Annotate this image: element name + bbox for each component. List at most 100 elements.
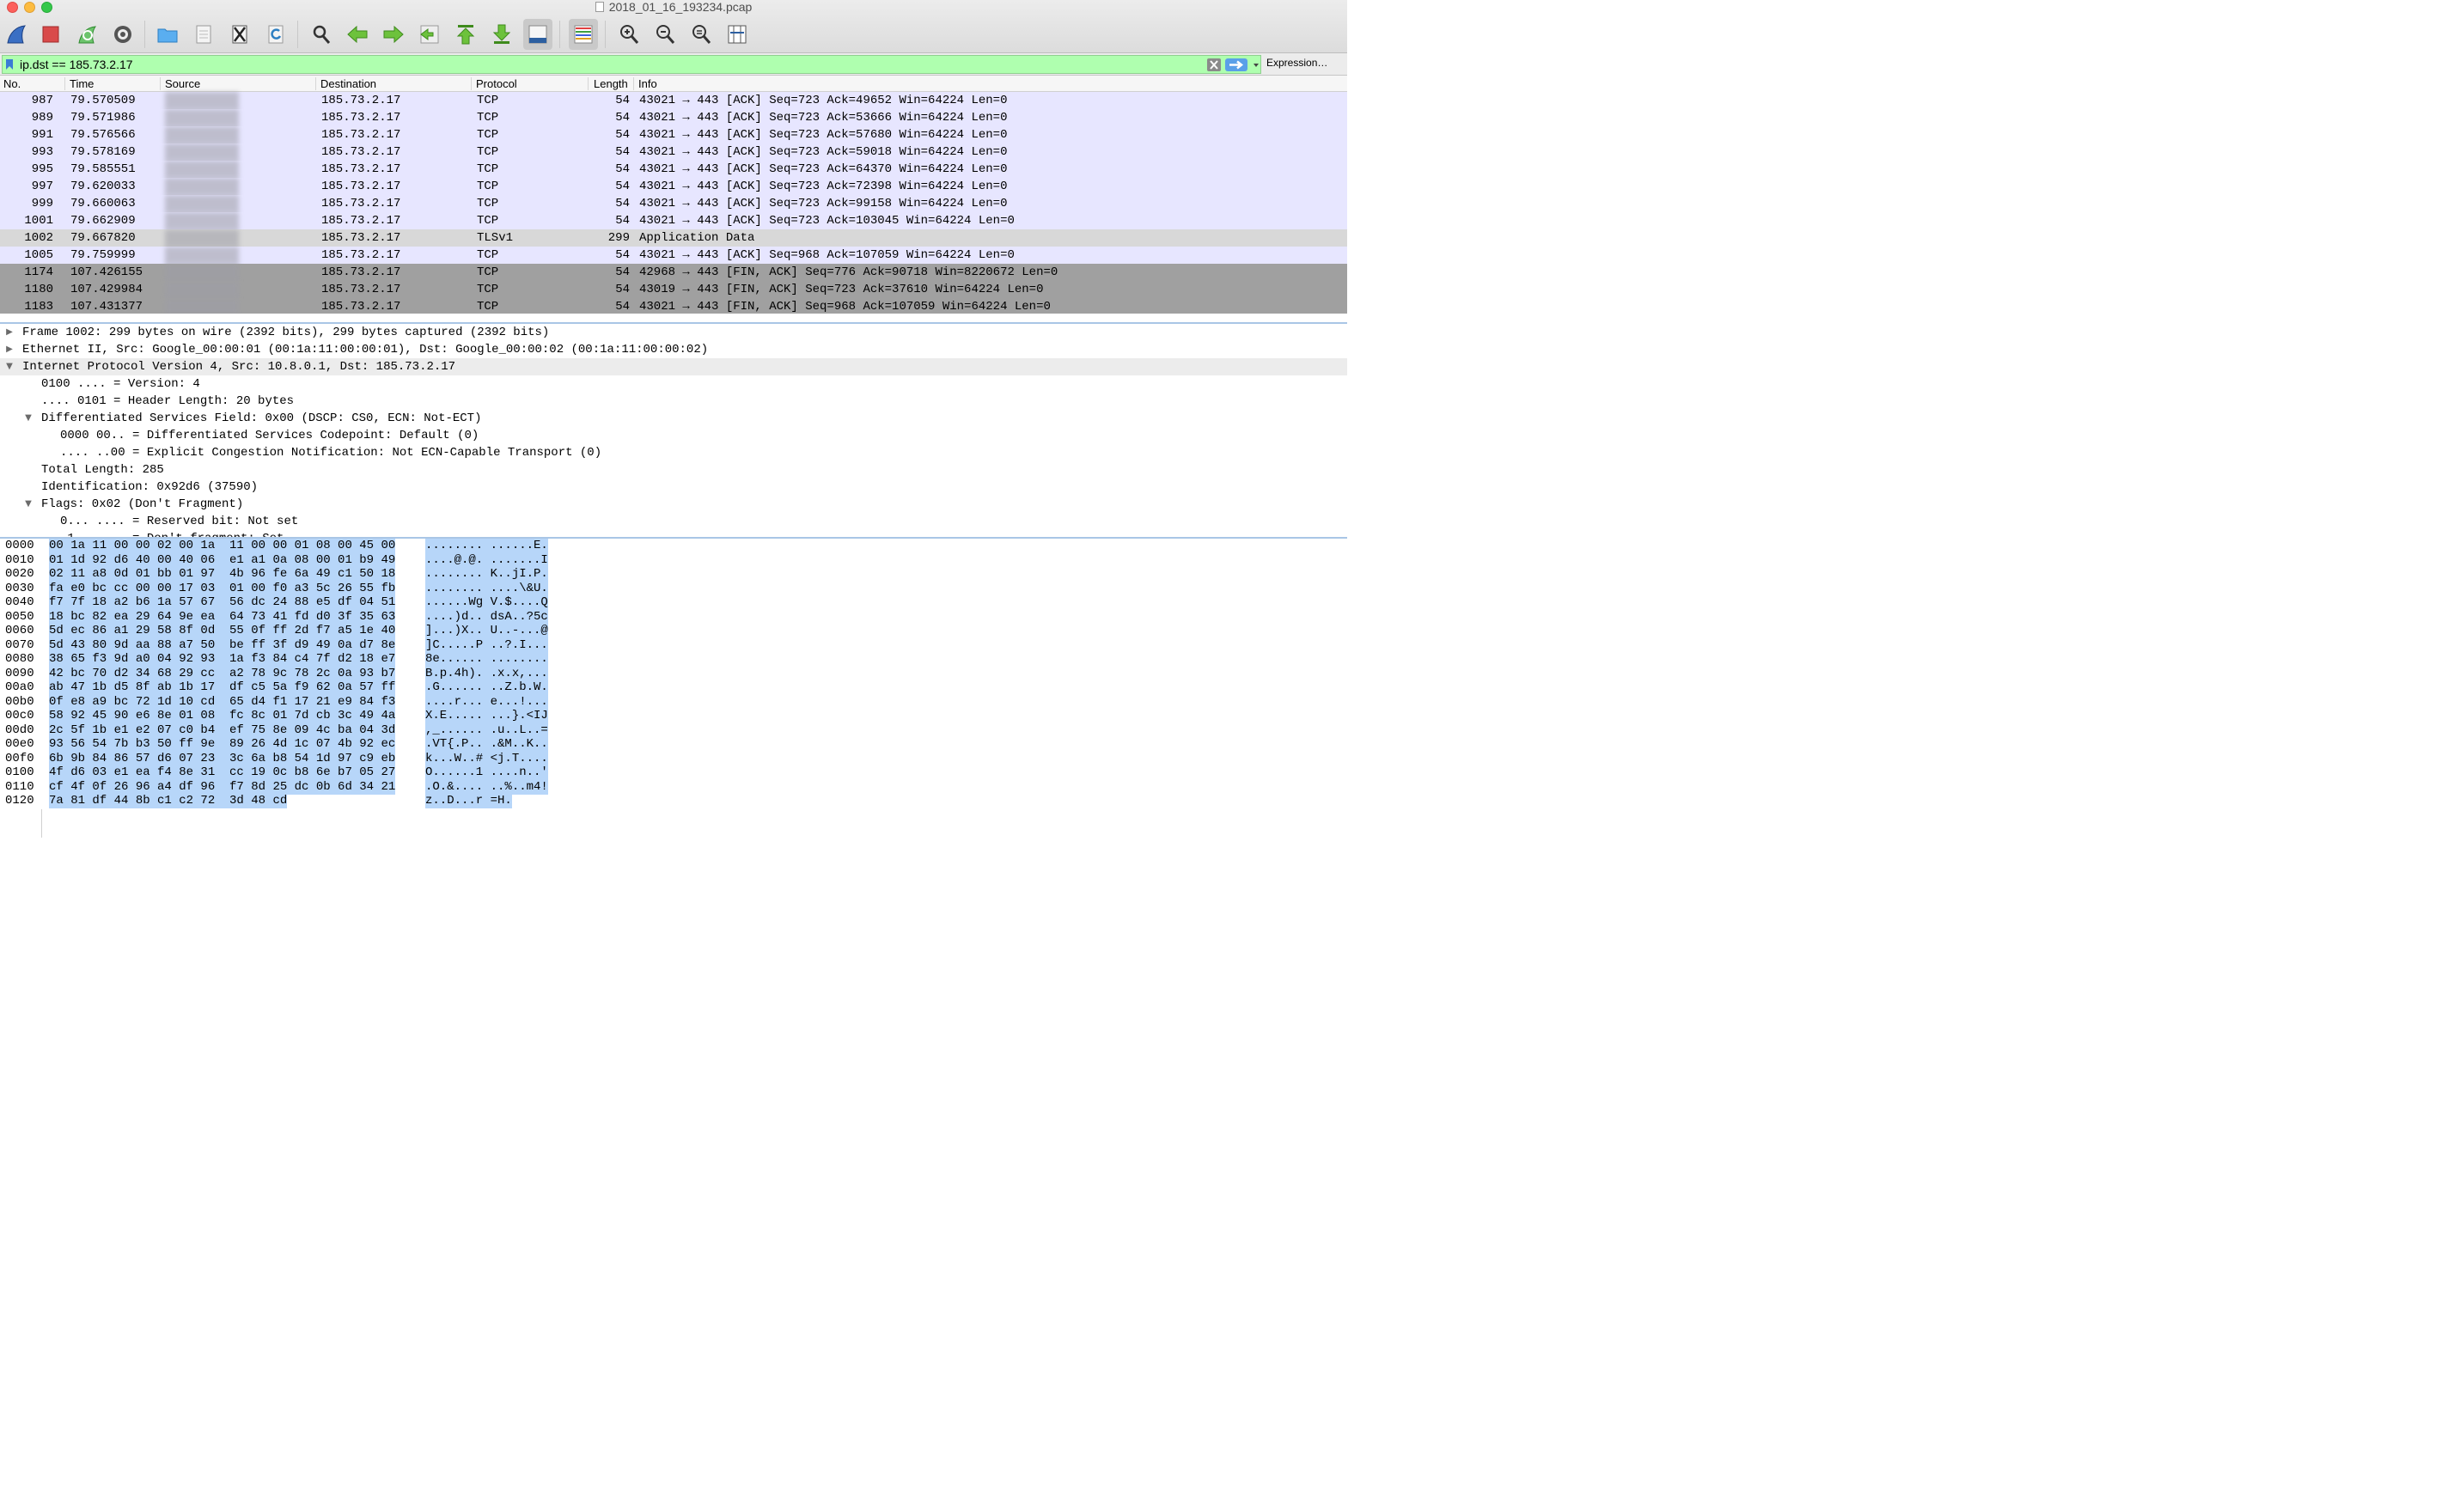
hex-bytes[interactable]: 4f d6 03 e1 ea f4 8e 31 cc 19 0c b8 6e b… [49,765,396,780]
hex-bytes[interactable]: f7 7f 18 a2 b6 1a 57 67 56 dc 24 88 e5 d… [49,595,396,610]
column-header-info[interactable]: Info [638,77,657,90]
tree-item[interactable]: Identification: 0x92d6 (37590) [0,479,1347,496]
hex-bytes[interactable]: 02 11 a8 0d 01 bb 01 97 4b 96 fe 6a 49 c… [49,567,396,582]
find-packet-button[interactable] [307,19,336,50]
column-header-no[interactable]: No. [3,77,21,90]
hex-bytes[interactable]: 5d 43 80 9d aa 88 a7 50 be ff 3f d9 49 0… [49,637,396,653]
hex-bytes[interactable]: fa e0 bc cc 00 00 17 03 01 00 f0 a3 5c 2… [49,581,396,596]
go-to-packet-button[interactable] [415,19,444,50]
packet-row-selected[interactable]: 1002 79.667820 185.73.2.17 TLSv1 299 Applicat… [0,229,1347,247]
hex-bytes[interactable]: 93 56 54 7b b3 50 ff 9e 89 26 4d 1c 07 4… [49,737,396,752]
hex-ascii[interactable]: 8e...... ........ [425,652,548,667]
hex-ascii[interactable]: k...W..# <j.T.... [425,751,548,766]
packet-row[interactable]: 993 79.578169 185.73.2.17 TCP 54 43021 → 443 … [0,143,1347,161]
hex-ascii[interactable]: ]C.....P ..?.I... [425,637,548,653]
tree-item-selected[interactable]: ▼ Internet Protocol Version 4, Src: 10.8.… [0,358,1347,375]
expanded-arrow-icon[interactable]: ▼ [23,496,34,513]
recent-filters-dropdown-icon[interactable] [1251,58,1261,71]
hex-bytes[interactable]: ab 47 1b d5 8f ab 1b 17 df c5 5a f9 62 0… [49,680,396,695]
tree-item[interactable]: .... 0101 = Header Length: 20 bytes [0,393,1347,410]
collapsed-arrow-icon[interactable]: ▶ [4,341,15,358]
hex-bytes[interactable]: 42 bc 70 d2 34 68 29 cc a2 78 9c 78 2c 0… [49,666,396,681]
display-filter-text[interactable]: ip.dst == 185.73.2.17 [20,58,133,71]
column-divider[interactable] [315,77,316,90]
go-first-packet-button[interactable] [451,19,480,50]
hex-ascii[interactable]: ....)d.. dsA..?5c [425,609,548,625]
save-file-button[interactable] [189,19,218,50]
hex-ascii[interactable]: ........ K..jI.P. [425,567,548,582]
column-divider[interactable] [588,77,589,90]
packet-row[interactable]: 995 79.585551 185.73.2.17 TCP 54 43021 → 443 … [0,161,1347,178]
zoom-out-button[interactable] [650,19,680,50]
collapsed-arrow-icon[interactable]: ▶ [4,324,15,341]
start-capture-button[interactable] [2,19,31,50]
normal-size-button[interactable] [686,19,716,50]
display-filter-input[interactable]: ip.dst == 185.73.2.17 [2,55,1261,74]
hex-ascii[interactable]: ........ ......E. [425,539,548,553]
column-header-time[interactable]: Time [70,77,94,90]
packet-row[interactable]: 989 79.571986 185.73.2.17 TCP 54 43021 → 443 … [0,109,1347,126]
open-file-button[interactable] [153,19,182,50]
close-file-button[interactable] [225,19,254,50]
go-forward-button[interactable] [379,19,408,50]
packet-row[interactable]: 997 79.620033 185.73.2.17 TCP 54 43021 → 443 … [0,178,1347,195]
tree-item[interactable]: ▼ Flags: 0x02 (Don't Fragment) [0,496,1347,513]
hex-ascii[interactable]: .VT{.P.. .&M..K.. [425,737,548,752]
hex-ascii[interactable]: ....r... e...!... [425,694,548,710]
hex-bytes[interactable]: 5d ec 86 a1 29 58 8f 0d 55 0f ff 2d f7 a… [49,624,396,638]
autoscroll-button[interactable] [523,19,552,50]
capture-options-button[interactable] [108,19,137,50]
expanded-arrow-icon[interactable]: ▼ [4,358,15,375]
expanded-arrow-icon[interactable]: ▼ [23,410,34,427]
tree-item[interactable]: .... ..00 = Explicit Congestion Notifica… [0,444,1347,461]
restart-capture-button[interactable] [72,19,101,50]
hex-ascii[interactable]: X.E..... ...}.<IJ [425,709,548,723]
column-header-length[interactable]: Length [594,77,628,90]
colorize-button[interactable] [569,19,598,50]
hex-bytes[interactable]: 7a 81 df 44 8b c1 c2 72 3d 48 cd [49,794,288,808]
go-last-packet-button[interactable] [487,19,516,50]
hex-ascii[interactable]: ........ ....\&U. [425,581,548,596]
zoom-in-button[interactable] [614,19,644,50]
column-header-protocol[interactable]: Protocol [476,77,517,90]
reload-file-button[interactable] [261,19,290,50]
hex-ascii[interactable]: O......1 ....n..' [425,765,548,780]
hex-ascii[interactable]: .G...... ..Z.b.W. [425,680,548,695]
packet-row[interactable]: 1174 107.426155 185.73.2.17 TCP 54 42968 → 44… [0,264,1347,281]
hex-bytes[interactable]: 6b 9b 84 86 57 d6 07 23 3c 6a b8 54 1d 9… [49,751,396,766]
hex-bytes[interactable]: 58 92 45 90 e6 8e 01 08 fc 8c 01 7d cb 3… [49,709,396,723]
packet-row[interactable]: 999 79.660063 185.73.2.17 TCP 54 43021 → 443 … [0,195,1347,212]
clear-filter-icon[interactable] [1207,58,1221,71]
hex-bytes[interactable]: 2c 5f 1b e1 e2 07 c0 b4 ef 75 8e 09 4c b… [49,722,396,738]
tree-item[interactable]: 0000 00.. = Differentiated Services Code… [0,427,1347,444]
packet-row[interactable]: 1005 79.759999 185.73.2.17 TCP 54 43021 → 443… [0,247,1347,264]
hex-ascii[interactable]: ]...)X.. U..-...@ [425,624,548,638]
hex-ascii[interactable]: ....@.@. .......I [425,552,548,568]
packet-row[interactable]: 1001 79.662909 185.73.2.17 TCP 54 43021 → 443… [0,212,1347,229]
column-divider[interactable] [160,77,161,90]
hex-bytes[interactable]: 01 1d 92 d6 40 00 40 06 e1 a1 0a 08 00 0… [49,552,396,568]
resize-columns-button[interactable] [723,19,752,50]
hex-bytes[interactable]: 0f e8 a9 bc 72 1d 10 cd 65 d4 f1 17 21 e… [49,694,396,710]
tree-item[interactable]: 0100 .... = Version: 4 [0,375,1347,393]
hex-bytes[interactable]: 38 65 f3 9d a0 04 92 93 1a f3 84 c4 7f d… [49,652,396,667]
hex-ascii[interactable]: .O.&.... ..%..m4! [425,779,548,795]
apply-filter-icon[interactable] [1225,58,1247,71]
tree-item[interactable]: ▼ Differentiated Services Field: 0x00 (DS… [0,410,1347,427]
packet-row[interactable]: 987 79.570509 185.73.2.17 TCP 54 43021 → 443 … [0,92,1347,109]
hex-ascii[interactable]: B.p.4h). .x.x,... [425,666,548,681]
tree-item[interactable]: 0... .... = Reserved bit: Not set [0,513,1347,530]
hex-bytes[interactable]: 00 1a 11 00 00 02 00 1a 11 00 00 01 08 0… [49,539,396,553]
hex-bytes[interactable]: cf 4f 0f 26 96 a4 df 96 f7 8d 25 dc 0b 6… [49,779,396,795]
column-header-source[interactable]: Source [165,77,200,90]
hex-ascii[interactable]: ......Wg V.$....Q [425,595,548,610]
go-back-button[interactable] [343,19,372,50]
tree-item[interactable]: Total Length: 285 [0,461,1347,479]
stop-capture-button[interactable] [36,19,65,50]
column-header-destination[interactable]: Destination [320,77,376,90]
tree-item[interactable]: ▶ Ethernet II, Src: Google_00:00:01 (00:1… [0,341,1347,358]
column-divider[interactable] [471,77,472,90]
column-divider[interactable] [633,77,634,90]
hex-bytes[interactable]: 18 bc 82 ea 29 64 9e ea 64 73 41 fd d0 3… [49,609,396,625]
packet-row[interactable]: 1180 107.429984 185.73.2.17 TCP 54 43019 → 44… [0,281,1347,298]
